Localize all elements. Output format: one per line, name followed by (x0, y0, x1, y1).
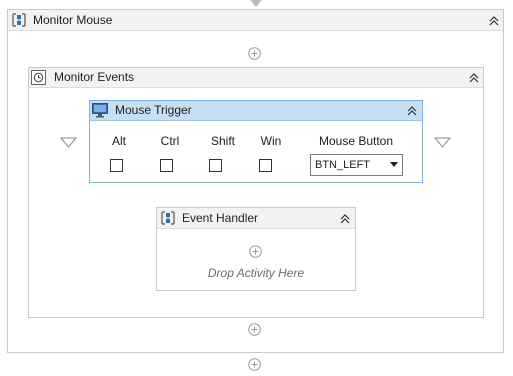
monitor-icon (92, 103, 108, 118)
collapse-mouse-trigger-icon[interactable] (405, 104, 419, 118)
shift-checkbox[interactable] (209, 159, 222, 172)
monitor-mouse-title: Monitor Mouse (33, 13, 113, 27)
sequence-icon (12, 13, 26, 27)
drop-activity-placeholder[interactable]: Drop Activity Here (160, 265, 352, 281)
shift-label: Shift (210, 134, 235, 148)
alt-checkbox[interactable] (110, 159, 123, 172)
ctrl-checkbox[interactable] (160, 159, 173, 172)
dropdown-arrow-icon[interactable] (390, 162, 398, 168)
win-label: Win (260, 134, 282, 148)
collapse-monitor-events-icon[interactable] (467, 71, 481, 85)
monitor-events-title: Monitor Events (54, 70, 135, 84)
collapse-monitor-mouse-icon[interactable] (487, 14, 501, 28)
add-activity-icon[interactable] (249, 245, 262, 258)
mouse-button-label: Mouse Button (318, 134, 394, 148)
collapse-event-handler-icon[interactable] (338, 212, 352, 226)
win-checkbox[interactable] (259, 159, 272, 172)
ctrl-label: Ctrl (160, 134, 180, 148)
sequence-icon (161, 211, 175, 225)
event-handler-title: Event Handler (182, 211, 259, 225)
right-arrow-icon (434, 137, 451, 148)
add-activity-icon[interactable] (248, 323, 261, 336)
mouse-button-value: BTN_LEFT (315, 159, 371, 171)
mouse-trigger-title: Mouse Trigger (115, 103, 192, 117)
alt-label: Alt (111, 134, 126, 148)
monitor-events-clock-icon (31, 70, 46, 85)
add-activity-icon[interactable] (248, 47, 261, 60)
left-arrow-icon (60, 137, 77, 148)
add-activity-icon[interactable] (248, 358, 261, 371)
top-arrow-icon (250, 0, 262, 7)
